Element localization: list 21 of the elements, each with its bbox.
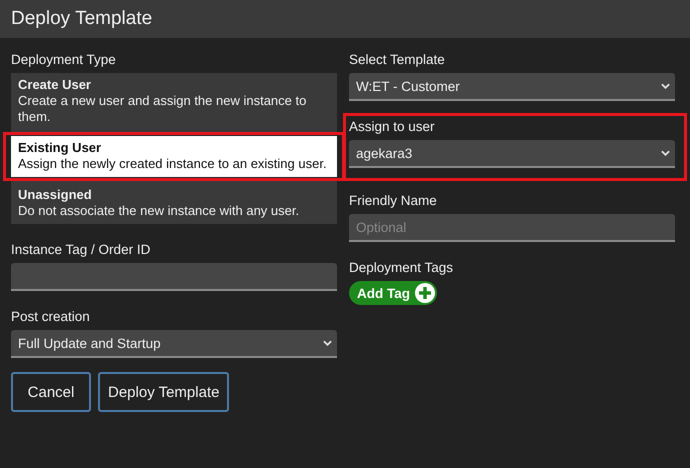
plus-icon — [415, 283, 435, 303]
field-label: Select Template — [349, 52, 446, 67]
template-select[interactable]: W:ET - Customer — [349, 73, 675, 101]
field-label: Friendly Name — [349, 193, 438, 208]
add-tag-button[interactable]: Add Tag — [349, 281, 437, 305]
dialog-title: Deploy Template — [11, 8, 152, 30]
field-label: Post creation — [11, 309, 91, 324]
input-field[interactable] — [11, 263, 337, 291]
deploy-button[interactable]: Deploy Template — [98, 372, 230, 412]
chevron-icon — [661, 150, 670, 156]
field-label: Instance Tag / Order ID — [11, 242, 152, 257]
deployment-option[interactable]: Existing User Assign the newly created instance to an existing user. — [11, 136, 337, 177]
post-creation-select[interactable]: Full Update and Startup — [11, 330, 337, 358]
chevron-icon — [323, 340, 332, 346]
input-field[interactable]: Optional — [349, 214, 675, 242]
field-label: Deployment Tags — [349, 260, 454, 275]
cancel-button[interactable]: Cancel — [11, 372, 91, 412]
user-select[interactable]: agekara3 — [349, 140, 675, 168]
chevron-icon — [661, 83, 670, 89]
field-label: Deployment Type — [11, 52, 117, 67]
field-label: Assign to user — [349, 119, 436, 134]
